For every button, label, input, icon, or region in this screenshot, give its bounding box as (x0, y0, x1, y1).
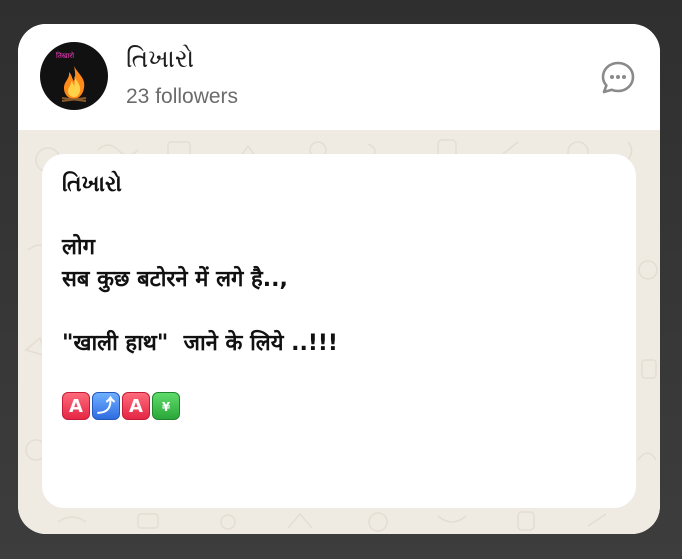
avatar[interactable]: तिखारो (40, 42, 108, 110)
message-line-2: सब कुछ बटोरने में लगे है.., (62, 267, 288, 292)
letter-a-emoji-icon: A (122, 392, 150, 420)
chat-area[interactable]: તિખારો लोग सब कुछ बटोरने में लगे है.., "… (18, 130, 660, 534)
message-line-1: लोग (62, 235, 96, 260)
channel-card: तिखारो તિખારો 23 followers તિખારો लोग सब… (18, 24, 660, 534)
follower-count: 23 followers (126, 85, 239, 108)
message-bubble[interactable]: તિખારો लोग सब कुछ बटोरने में लगे है.., "… (42, 154, 636, 508)
bonfire-icon (61, 66, 87, 102)
channel-header[interactable]: तिखारो તિખારો 23 followers (18, 24, 660, 130)
message-line-3: "खाली हाथ" जाने के लिये ..!!! (62, 331, 338, 356)
arrow-up-right-emoji-icon: ⤴ (92, 392, 120, 420)
message-title: તિખારો (62, 172, 122, 197)
letter-a-emoji-icon: A (62, 392, 90, 420)
chat-bubble-dots-icon[interactable] (600, 60, 636, 96)
emoji-signature: A ⤴ A ¥ (62, 392, 616, 420)
yen-chart-emoji-icon: ¥ (152, 392, 180, 420)
channel-name[interactable]: તિખારો (126, 44, 194, 74)
avatar-tag: तिखारो (56, 52, 75, 60)
